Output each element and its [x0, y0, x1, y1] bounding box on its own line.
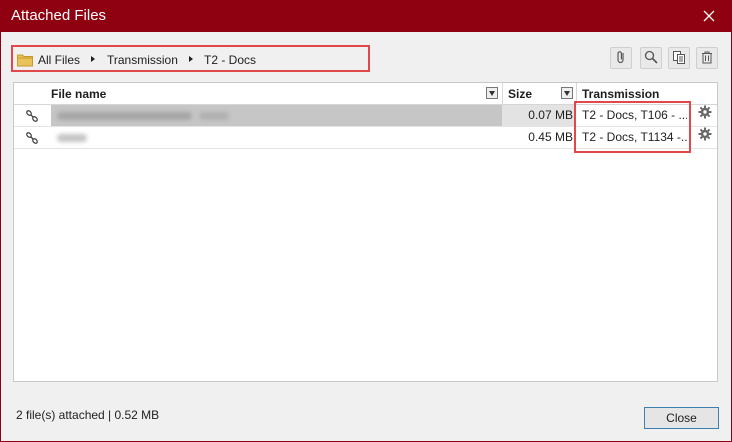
row-settings-button[interactable]	[694, 127, 716, 148]
title-bar: Attached Files	[0, 0, 732, 32]
grid-header: File name Size Transmission	[14, 83, 717, 105]
gear-icon	[698, 127, 712, 148]
search-button[interactable]	[640, 47, 662, 69]
link-icon	[24, 130, 40, 153]
transmission-cell[interactable]: T2 - Docs, T1134 -...	[577, 127, 687, 148]
copy-button[interactable]	[668, 47, 690, 69]
breadcrumb-transmission[interactable]: Transmission	[107, 53, 178, 67]
redacted-file-name	[57, 112, 192, 120]
size-cell: 0.45 MB	[528, 130, 573, 144]
column-header-file-name[interactable]: File name	[51, 87, 106, 101]
redacted-file-name	[199, 112, 229, 120]
transmission-cell[interactable]: T2 - Docs, T106 - ...	[577, 105, 687, 126]
copy-icon	[672, 50, 686, 67]
breadcrumb: All Files Transmission T2 - Docs	[11, 45, 370, 72]
gear-icon	[698, 105, 712, 126]
breadcrumb-t2-docs[interactable]: T2 - Docs	[204, 53, 256, 67]
column-header-transmission[interactable]: Transmission	[582, 87, 659, 101]
files-grid: File name Size Transmission 0.07 MB T2 -…	[13, 82, 718, 382]
link-cell	[14, 127, 51, 148]
redacted-file-name	[57, 134, 87, 142]
paperclip-icon	[614, 50, 628, 67]
file-name-cell[interactable]	[51, 127, 502, 148]
breadcrumb-separator-icon	[91, 56, 95, 62]
trash-icon	[700, 50, 714, 67]
link-cell	[14, 105, 51, 126]
column-separator	[576, 83, 577, 105]
size-filter-icon[interactable]	[561, 87, 573, 99]
attach-button[interactable]	[610, 47, 632, 69]
row-settings-button[interactable]	[694, 105, 716, 126]
window-close-icon[interactable]	[698, 5, 720, 27]
file-name-cell[interactable]	[51, 105, 502, 126]
column-separator	[502, 83, 503, 105]
table-row[interactable]: 0.07 MB T2 - Docs, T106 - ...	[14, 105, 717, 127]
column-header-size[interactable]: Size	[508, 87, 532, 101]
size-cell: 0.07 MB	[502, 105, 575, 126]
file-name-filter-icon[interactable]	[486, 87, 498, 99]
close-button[interactable]: Close	[644, 407, 719, 429]
window-title: Attached Files	[11, 7, 107, 24]
status-text: 2 file(s) attached | 0.52 MB	[16, 408, 160, 422]
window-frame-left	[0, 32, 1, 442]
table-row[interactable]: 0.45 MB T2 - Docs, T1134 -...	[14, 127, 717, 149]
breadcrumb-all-files[interactable]: All Files	[38, 53, 80, 67]
folder-icon	[17, 53, 33, 70]
search-icon	[644, 50, 658, 67]
delete-button[interactable]	[696, 47, 718, 69]
breadcrumb-separator-icon	[189, 56, 193, 62]
